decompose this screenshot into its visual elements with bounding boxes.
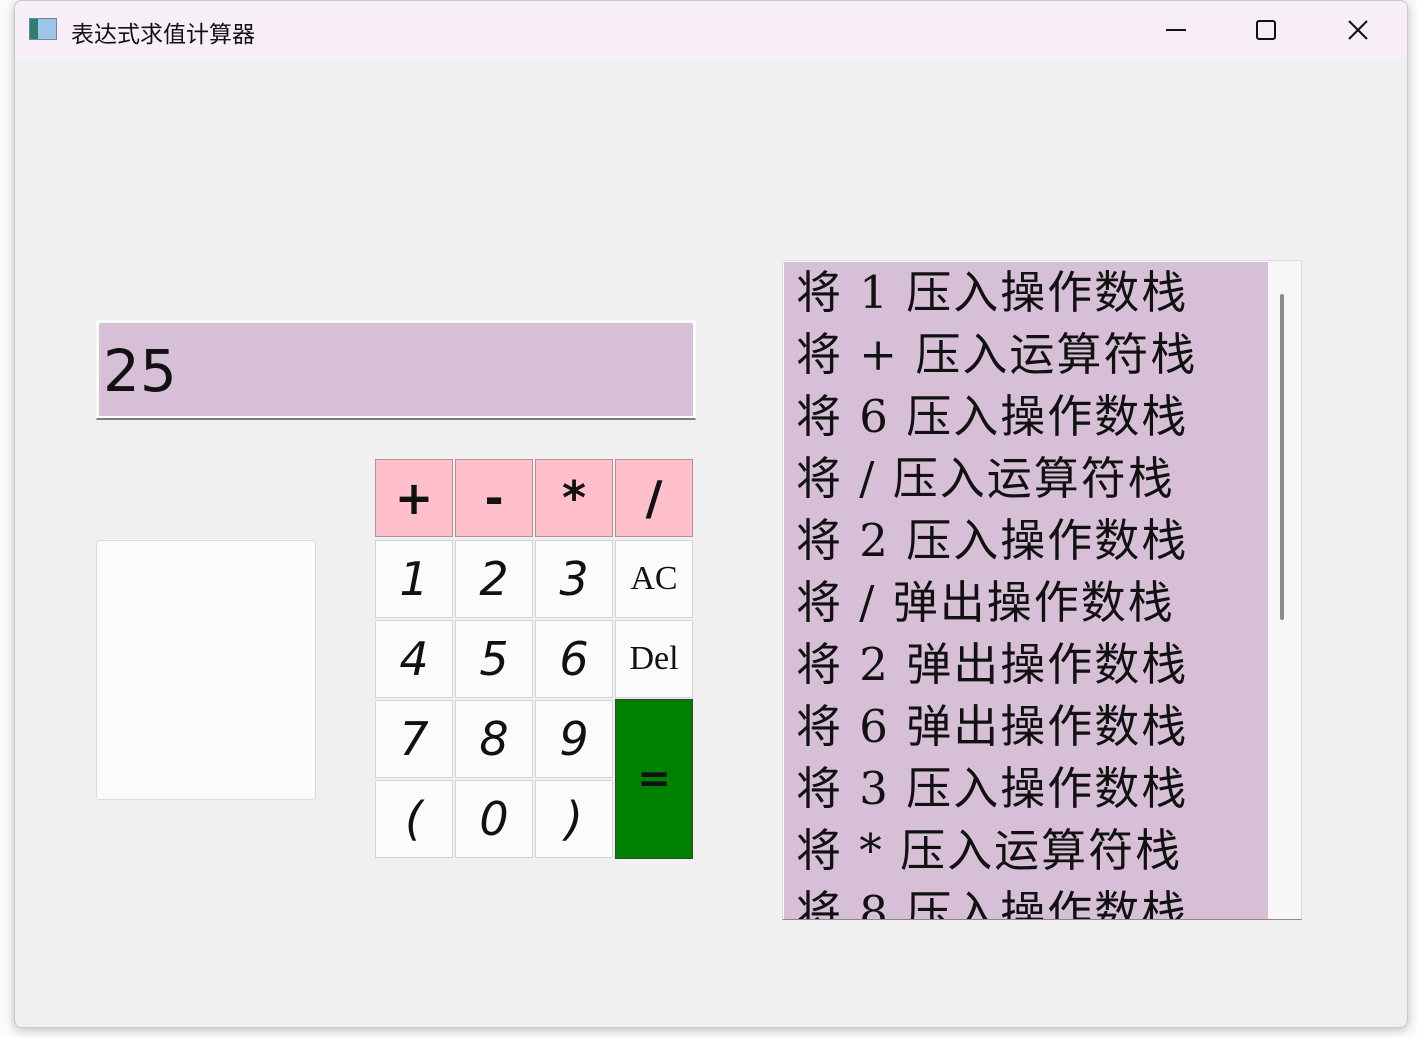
log-line: 将 + 压入运算符栈	[796, 328, 1198, 381]
log-scrollbar[interactable]	[1280, 294, 1284, 620]
window-title: 表达式求值计算器	[71, 22, 255, 48]
log-line: 将 / 弹出操作数栈	[796, 576, 1175, 629]
log-line: 将 / 压入运算符栈	[796, 452, 1175, 505]
minimize-button[interactable]	[1153, 9, 1199, 51]
log-line: 将 2 压入操作数栈	[796, 514, 1189, 567]
minimize-icon	[1166, 29, 1186, 31]
digit-4-key[interactable]: 4	[375, 620, 453, 698]
log-line: 将 1 压入操作数栈	[796, 266, 1189, 319]
log-line: 将 * 压入运算符栈	[796, 824, 1183, 877]
equals-key[interactable]: =	[615, 699, 693, 859]
digit-8-key[interactable]: 8	[455, 700, 533, 778]
digit-6-key[interactable]: 6	[535, 620, 613, 698]
plus-key[interactable]: +	[375, 459, 453, 537]
log-line: 将 6 压入操作数栈	[796, 390, 1189, 443]
evaluation-log: 将 1 压入操作数栈 将 + 压入运算符栈 将 6 压入操作数栈 将 / 压入运…	[784, 262, 1268, 919]
app-icon	[29, 18, 57, 40]
digit-5-key[interactable]: 5	[455, 620, 533, 698]
digit-1-key[interactable]: 1	[375, 540, 453, 618]
digit-2-key[interactable]: 2	[455, 540, 533, 618]
maximize-icon	[1256, 20, 1276, 40]
title-bar: 表达式求值计算器	[15, 1, 1407, 59]
log-line: 将 2 弹出操作数栈	[796, 638, 1189, 691]
multiply-key[interactable]: *	[535, 459, 613, 537]
digit-0-key[interactable]: 0	[455, 780, 533, 858]
blank-panel	[96, 540, 316, 800]
calculator-window: 表达式求值计算器 25 + - * / 1 2 3 AC 4 5 6 Del 7…	[14, 0, 1408, 1028]
delete-key[interactable]: Del	[615, 620, 693, 698]
minus-key[interactable]: -	[455, 459, 533, 537]
close-icon	[1348, 20, 1368, 40]
digit-9-key[interactable]: 9	[535, 700, 613, 778]
clear-all-key[interactable]: AC	[615, 540, 693, 618]
digit-7-key[interactable]: 7	[375, 700, 453, 778]
display-value: 25	[99, 323, 693, 416]
right-paren-key[interactable]: )	[535, 780, 613, 858]
log-line: 将 3 压入操作数栈	[796, 762, 1189, 815]
maximize-button[interactable]	[1243, 9, 1289, 51]
log-line: 将 8 压入操作数栈	[796, 886, 1189, 919]
digit-3-key[interactable]: 3	[535, 540, 613, 618]
expression-display[interactable]: 25	[96, 320, 696, 420]
evaluation-log-panel[interactable]: 将 1 压入操作数栈 将 + 压入运算符栈 将 6 压入操作数栈 将 / 压入运…	[782, 260, 1302, 920]
divide-key[interactable]: /	[615, 459, 693, 537]
left-paren-key[interactable]: (	[375, 780, 453, 858]
close-button[interactable]	[1335, 9, 1381, 51]
log-line: 将 6 弹出操作数栈	[796, 700, 1189, 753]
